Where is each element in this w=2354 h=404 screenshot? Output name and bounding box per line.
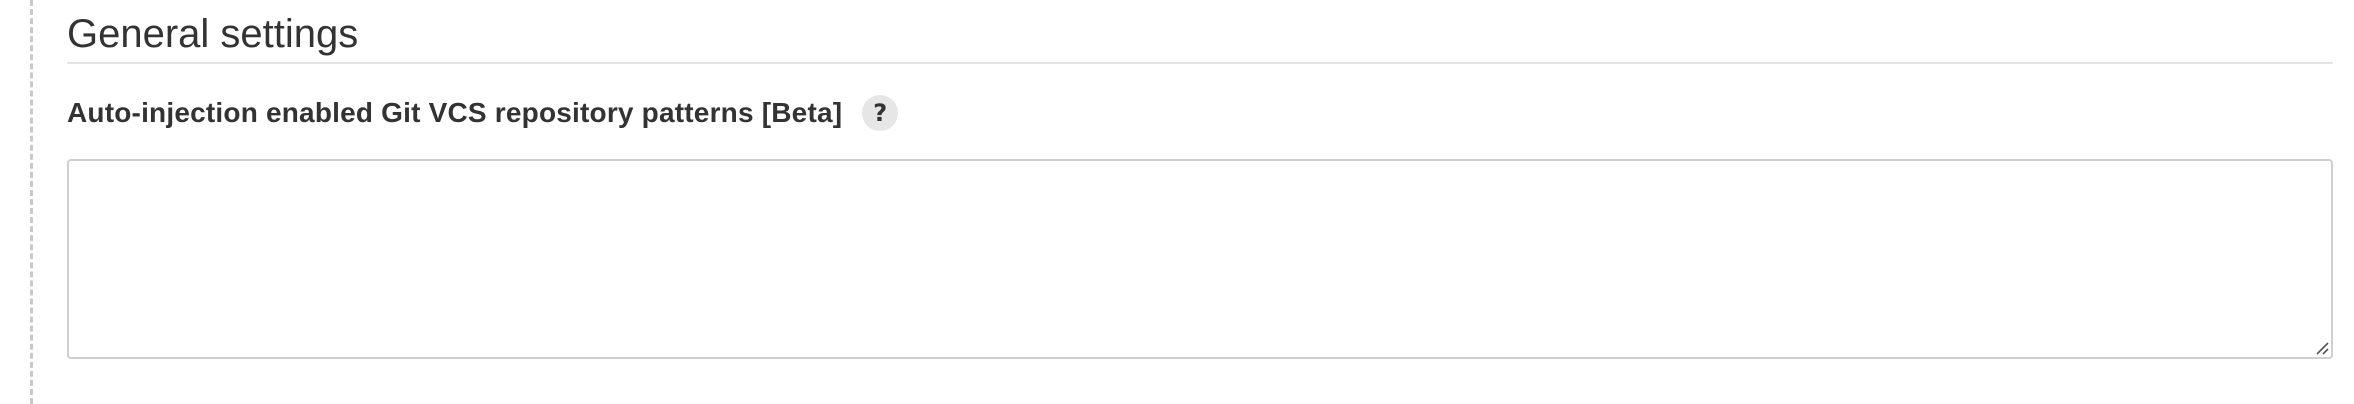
repository-patterns-textarea[interactable]: [67, 159, 2333, 359]
resize-handle-icon[interactable]: [2313, 339, 2329, 355]
section-divider: [67, 62, 2333, 64]
textarea-container: [67, 159, 2333, 359]
field-label-row: Auto-injection enabled Git VCS repositor…: [67, 93, 2333, 133]
help-glyph: ?: [873, 99, 888, 127]
repository-patterns-label: Auto-injection enabled Git VCS repositor…: [67, 97, 843, 128]
general-settings-section: General settings Auto-injection enabled …: [67, 0, 2333, 359]
section-dashed-border: [30, 0, 33, 404]
help-icon[interactable]: ?: [862, 95, 899, 131]
section-title: General settings: [67, 12, 359, 56]
